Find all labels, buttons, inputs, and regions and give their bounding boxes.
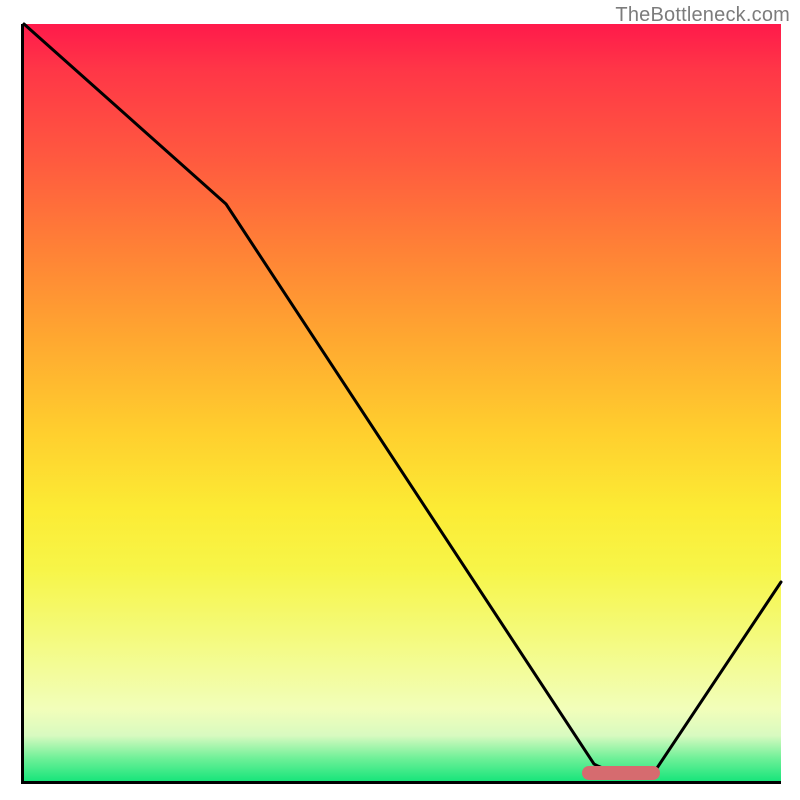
optimum-marker [582,766,660,780]
chart-container [21,24,781,784]
chart-svg [21,24,781,784]
data-curve [24,24,781,774]
